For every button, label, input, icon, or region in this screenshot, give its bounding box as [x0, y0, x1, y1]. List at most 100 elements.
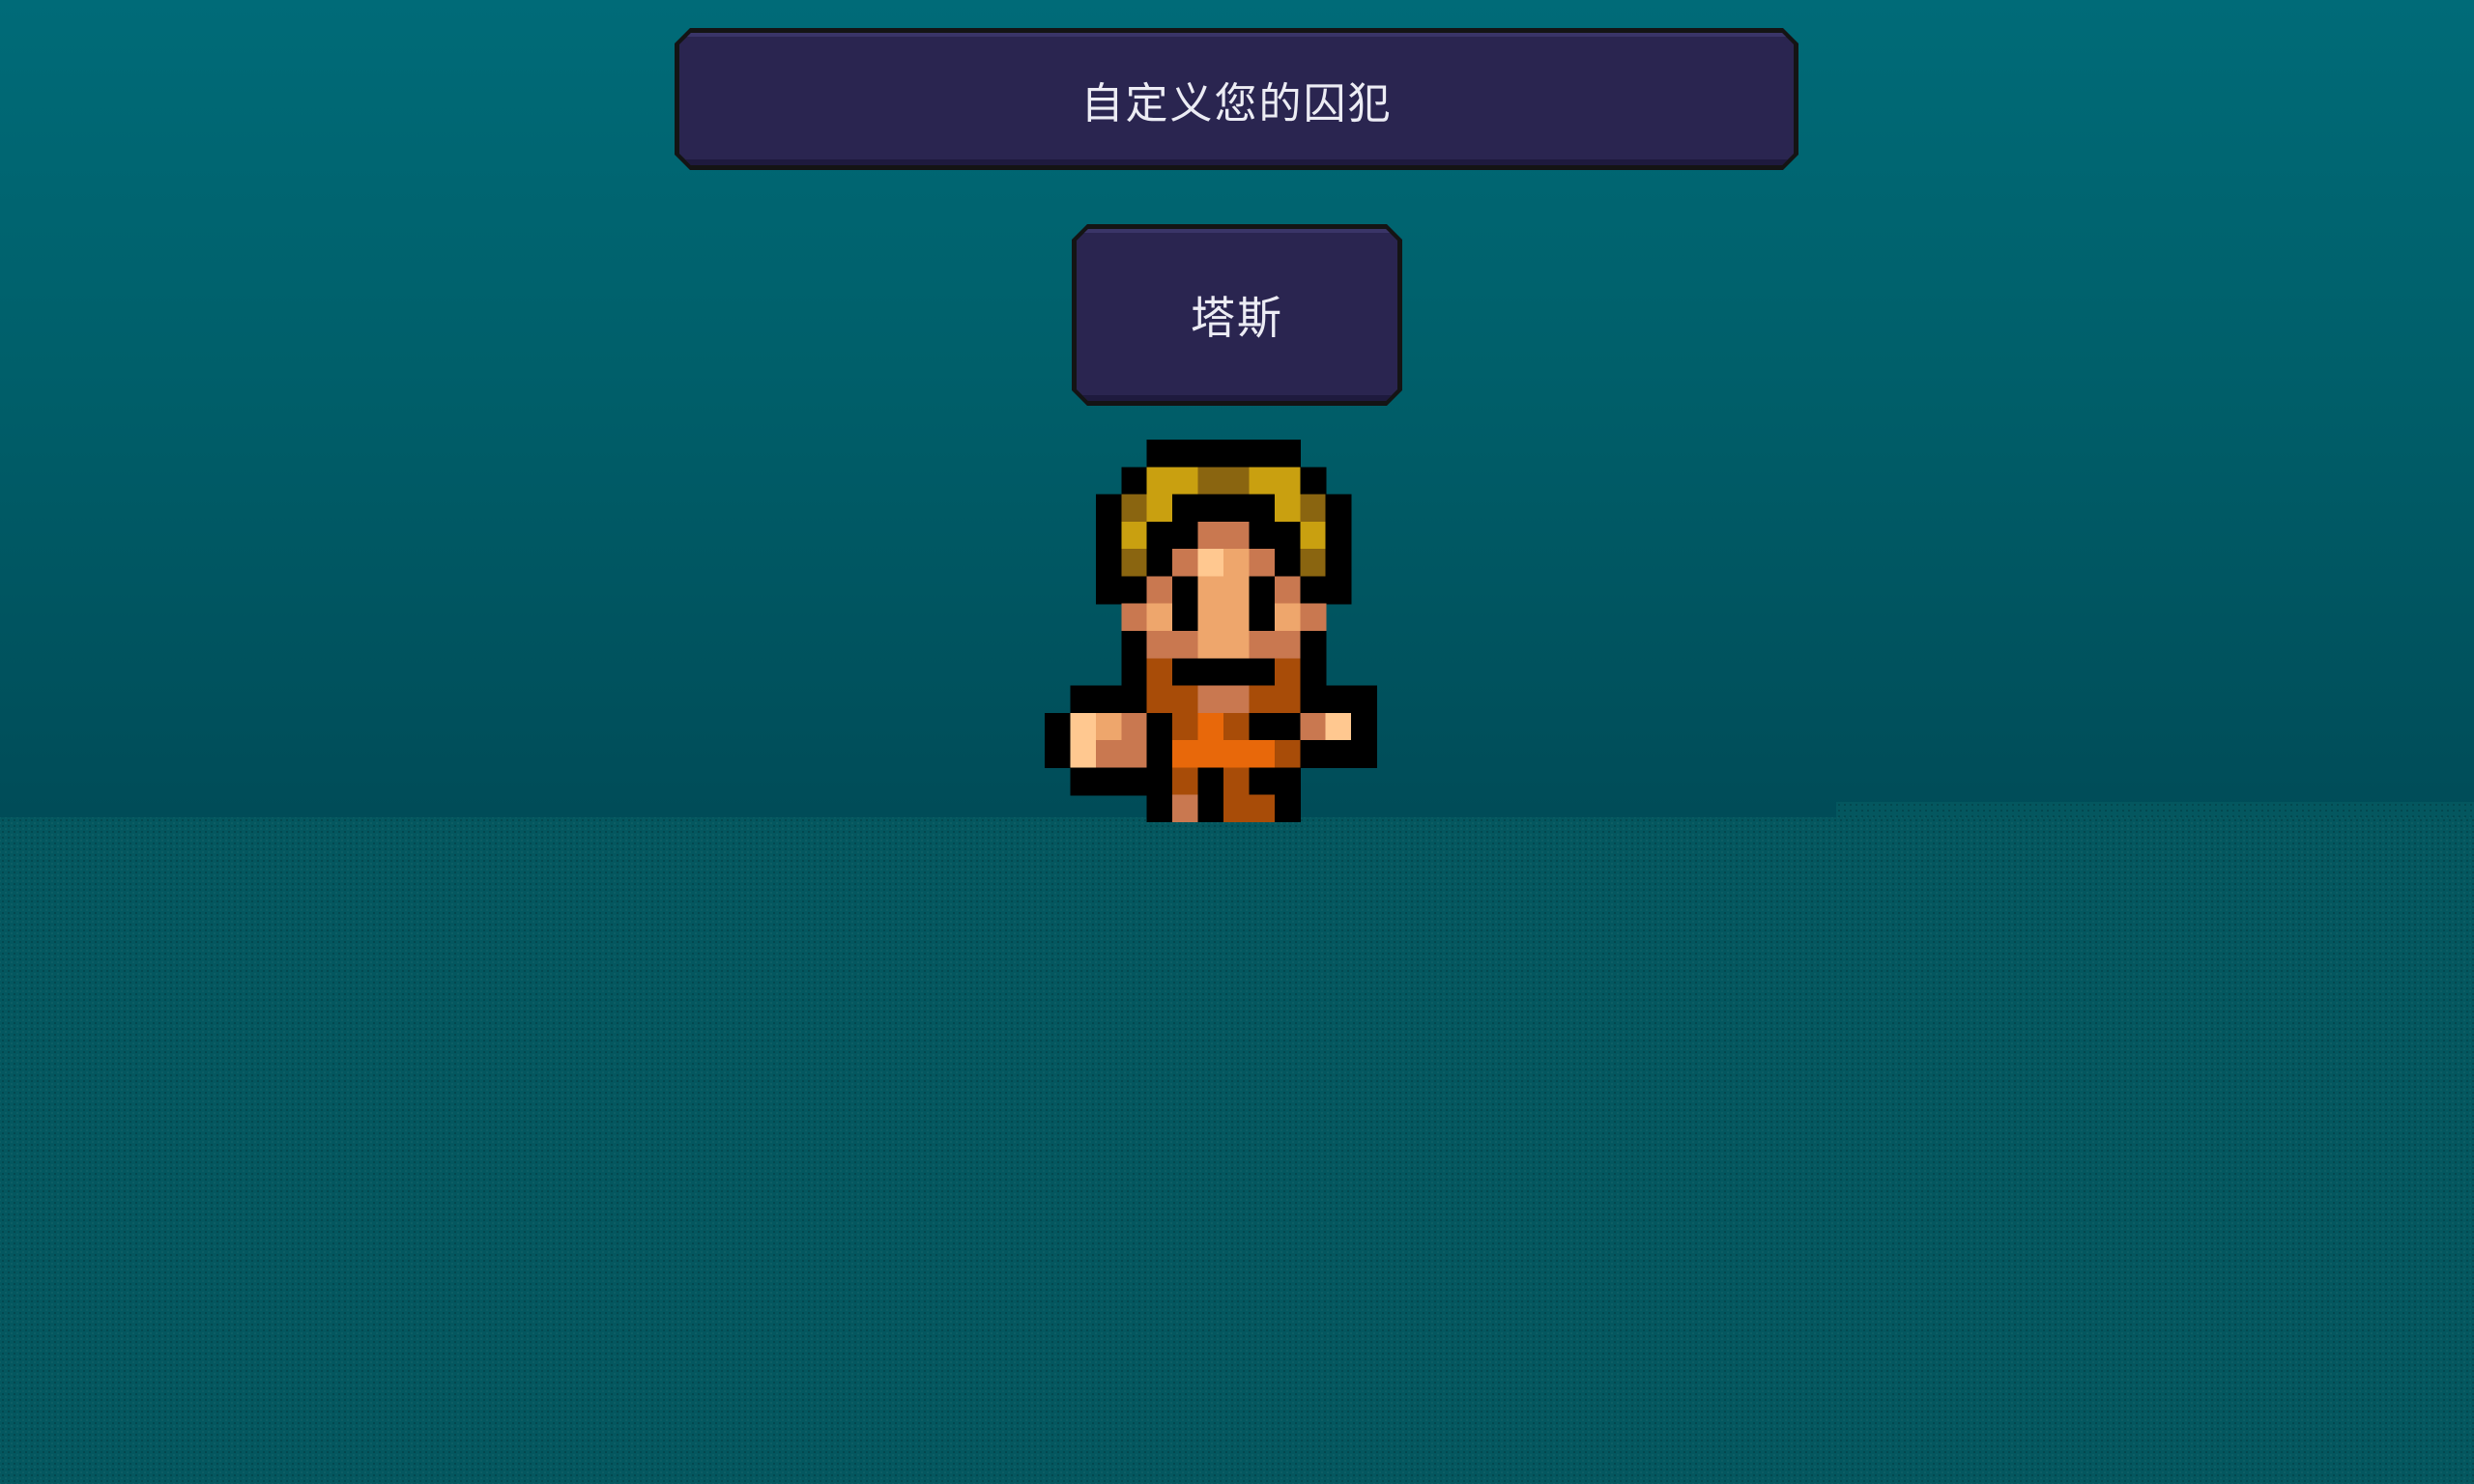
sprite-pixel: [1300, 576, 1327, 605]
sprite-pixel: [1274, 658, 1301, 687]
sprite-pixel: [1197, 712, 1224, 741]
sprite-pixel: [1197, 576, 1224, 605]
sprite-pixel: [1274, 794, 1301, 822]
sprite-pixel: [1223, 440, 1251, 468]
sprite-pixel: [1121, 603, 1148, 632]
sprite-pixel: [1121, 549, 1148, 578]
sprite-pixel: [1146, 712, 1173, 741]
sprite-pixel: [1249, 794, 1276, 822]
sprite-pixel: [1274, 712, 1301, 741]
sprite-pixel: [1146, 440, 1173, 468]
sprite-pixel: [1121, 631, 1148, 659]
sprite-pixel: [1249, 440, 1276, 468]
sprite-pixel: [1121, 685, 1148, 714]
sprite-pixel: [1325, 740, 1352, 769]
sprite-pixel: [1300, 658, 1327, 687]
sprite-pixel: [1300, 685, 1327, 714]
sprite-pixel: [1325, 685, 1352, 714]
sprite-pixel: [1121, 740, 1148, 769]
sprite-pixel: [1172, 467, 1199, 496]
sprite-pixel: [1223, 494, 1251, 523]
sprite-pixel: [1223, 767, 1251, 796]
sprite-pixel: [1146, 794, 1173, 822]
sprite-pixel: [1095, 576, 1122, 605]
sprite-pixel: [1172, 712, 1199, 741]
floor-area: [0, 817, 2474, 1484]
prisoner-name-button-inner[interactable]: 塔斯: [1077, 229, 1397, 401]
prisoner-name-label: 塔斯: [1191, 292, 1283, 344]
sprite-pixel: [1249, 603, 1276, 632]
sprite-pixel: [1121, 521, 1148, 550]
sprite-pixel: [1121, 576, 1148, 605]
sprite-pixel: [1146, 658, 1173, 687]
sprite-pixel: [1351, 740, 1378, 769]
sprite-pixel: [1197, 658, 1224, 687]
sprite-pixel: [1300, 603, 1327, 632]
sprite-pixel: [1045, 712, 1072, 741]
sprite-pixel: [1325, 494, 1352, 523]
sprite-pixel: [1274, 603, 1301, 632]
floor-step: [1836, 802, 2474, 817]
sprite-pixel: [1300, 631, 1327, 659]
sprite-pixel: [1197, 740, 1224, 769]
sprite-pixel: [1274, 576, 1301, 605]
sprite-pixel: [1325, 549, 1352, 578]
sprite-pixel: [1146, 767, 1173, 796]
sprite-pixel: [1121, 767, 1148, 796]
sprite-pixel: [1146, 576, 1173, 605]
sprite-pixel: [1070, 685, 1097, 714]
sprite-pixel: [1249, 521, 1276, 550]
sprite-pixel: [1172, 521, 1199, 550]
sprite-pixel: [1146, 740, 1173, 769]
sprite-pixel: [1300, 521, 1327, 550]
sprite-pixel: [1197, 521, 1224, 550]
sprite-pixel: [1249, 576, 1276, 605]
sprite-pixel: [1197, 440, 1224, 468]
sprite-pixel: [1197, 794, 1224, 822]
sprite-pixel: [1223, 631, 1251, 659]
sprite-pixel: [1274, 685, 1301, 714]
sprite-pixel: [1197, 494, 1224, 523]
sprite-pixel: [1172, 658, 1199, 687]
sprite-pixel: [1095, 767, 1122, 796]
sprite-pixel: [1146, 494, 1173, 523]
sprite-pixel: [1249, 494, 1276, 523]
sprite-pixel: [1223, 467, 1251, 496]
sprite-pixel: [1300, 740, 1327, 769]
prisoner-name-button[interactable]: 塔斯: [1072, 224, 1402, 406]
sprite-pixel: [1223, 685, 1251, 714]
sprite-pixel: [1325, 521, 1352, 550]
sprite-pixel: [1095, 712, 1122, 741]
prisoner-character-sprite: [1045, 440, 1402, 822]
sprite-pixel: [1300, 712, 1327, 741]
sprite-pixel: [1172, 794, 1199, 822]
sprite-pixel: [1249, 685, 1276, 714]
sprite-pixel: [1223, 549, 1251, 578]
title-banner: 自定义您的囚犯: [675, 28, 1798, 170]
sprite-pixel: [1223, 658, 1251, 687]
sprite-pixel: [1351, 712, 1378, 741]
sprite-pixel: [1197, 467, 1224, 496]
sprite-pixel: [1197, 631, 1224, 659]
title-banner-inner: 自定义您的囚犯: [679, 33, 1794, 165]
sprite-pixel: [1223, 794, 1251, 822]
sprite-pixel: [1197, 767, 1224, 796]
sprite-pixel: [1172, 685, 1199, 714]
sprite-pixel: [1172, 740, 1199, 769]
sprite-pixel: [1095, 549, 1122, 578]
sprite-pixel: [1223, 603, 1251, 632]
sprite-pixel: [1197, 603, 1224, 632]
sprite-pixel: [1070, 740, 1097, 769]
sprite-pixel: [1274, 521, 1301, 550]
sprite-pixel: [1274, 467, 1301, 496]
sprite-pixel: [1045, 740, 1072, 769]
sprite-pixel: [1172, 440, 1199, 468]
sprite-pixel: [1095, 685, 1122, 714]
sprite-pixel: [1121, 712, 1148, 741]
sprite-pixel: [1249, 631, 1276, 659]
sprite-pixel: [1274, 494, 1301, 523]
sprite-pixel: [1172, 631, 1199, 659]
sprite-pixel: [1325, 576, 1352, 605]
sprite-pixel: [1121, 494, 1148, 523]
sprite-pixel: [1172, 767, 1199, 796]
